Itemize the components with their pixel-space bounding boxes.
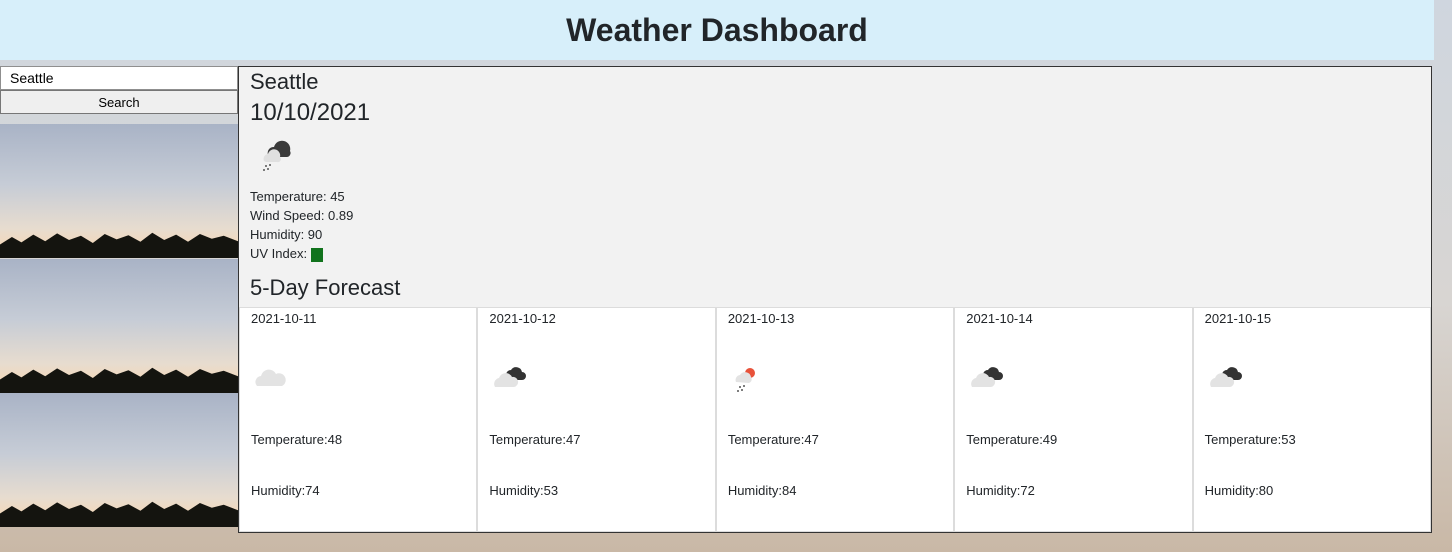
forecast-card: 2021-10-11 Temperature:48 Humidity:74 (239, 307, 478, 532)
header: Weather Dashboard (0, 0, 1434, 60)
forecast-temperature: Temperature:47 (727, 432, 819, 447)
search-input[interactable] (0, 66, 238, 90)
forecast-humidity: Humidity:53 (489, 483, 559, 498)
temperature-row: Temperature: 45 (250, 187, 353, 206)
forecast-humidity: Humidity:84 (727, 483, 797, 498)
forecast-card: 2021-10-13 Temperature:47 Humidity:84 (715, 307, 955, 532)
wind-value: 0.89 (328, 208, 354, 223)
broken-clouds-icon (971, 367, 1004, 387)
humidity-value: 90 (307, 227, 323, 242)
history-item[interactable] (0, 124, 238, 258)
sidebar: Search (0, 66, 238, 114)
forecast-card: 2021-10-15 Temperature:53 Humidity:80 (1192, 307, 1432, 532)
weather-panel: Seattle 10/10/2021 Temperature: 45 Wind … (238, 66, 1432, 533)
uv-index-badge: 1 (310, 247, 323, 262)
forecast-temperature: Temperature:47 (489, 432, 581, 447)
forecast-date: 2021-10-13 (727, 311, 795, 326)
sun-rain-icon (735, 368, 755, 392)
forecast-temperature: Temperature:53 (1204, 432, 1296, 447)
forecast-cards: 2021-10-11 Temperature:48 Humidity:74 20… (239, 307, 1432, 532)
forecast-humidity: Humidity:74 (251, 483, 320, 498)
forecast-date: 2021-10-12 (489, 311, 556, 326)
uv-row: UV Index: 1 (250, 244, 353, 263)
city-name: Seattle (250, 69, 319, 94)
page-title: Weather Dashboard (566, 11, 868, 48)
humidity-label: Humidity: (250, 227, 308, 242)
wind-label: Wind Speed: (250, 208, 329, 223)
forecast-humidity: Humidity:80 (1204, 483, 1274, 498)
uv-label: UV Index: (250, 246, 311, 261)
forecast-card: 2021-10-12 Temperature:47 Humidity:53 (477, 307, 716, 532)
forecast-date: 2021-10-14 (966, 311, 1033, 326)
wind-row: Wind Speed: 0.89 (250, 206, 353, 225)
history-item[interactable] (0, 259, 238, 393)
search-button[interactable]: Search (0, 90, 238, 114)
history-item[interactable] (0, 393, 238, 527)
cloud-icon (255, 369, 286, 386)
forecast-humidity: Humidity:72 (966, 483, 1035, 498)
forecast-temperature: Temperature:49 (966, 432, 1058, 447)
forecast-temperature: Temperature:48 (251, 432, 343, 447)
current-stats: Temperature: 45 Wind Speed: 0.89 Humidit… (250, 187, 353, 263)
current-date: 10/10/2021 (250, 99, 371, 126)
broken-clouds-icon (1209, 367, 1242, 387)
humidity-row: Humidity: 90 (250, 225, 353, 244)
rain-cloud-icon (263, 140, 291, 171)
temperature-label: Temperature: (250, 189, 331, 204)
forecast-date: 2021-10-11 (251, 311, 317, 326)
forecast-date: 2021-10-15 (1204, 311, 1272, 326)
temperature-value: 45 (330, 189, 345, 204)
forecast-title: 5-Day Forecast (250, 275, 401, 300)
forecast-card: 2021-10-14 Temperature:49 Humidity:72 (954, 307, 1193, 532)
broken-clouds-icon (494, 367, 527, 387)
